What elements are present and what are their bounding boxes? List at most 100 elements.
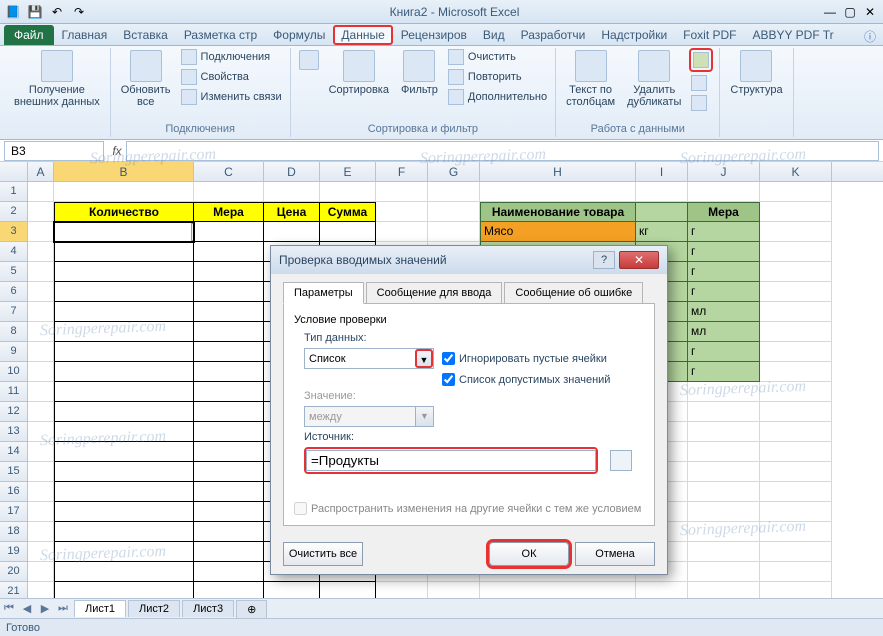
- cell[interactable]: г: [688, 222, 760, 242]
- cell[interactable]: [194, 502, 264, 522]
- col-header[interactable]: K: [760, 162, 832, 181]
- tab-home[interactable]: Главная: [54, 25, 116, 45]
- cell[interactable]: [28, 262, 54, 282]
- row-header[interactable]: 19: [0, 542, 28, 562]
- cell[interactable]: [376, 182, 428, 202]
- cell[interactable]: [376, 222, 428, 242]
- cell[interactable]: [688, 182, 760, 202]
- row-header[interactable]: 12: [0, 402, 28, 422]
- row-header[interactable]: 1: [0, 182, 28, 202]
- cell[interactable]: Мясо: [480, 222, 636, 242]
- ribbon-help-icon[interactable]: ⓘ: [861, 27, 879, 45]
- cell[interactable]: [54, 382, 194, 402]
- source-input[interactable]: [306, 450, 596, 471]
- col-header[interactable]: A: [28, 162, 54, 181]
- cell[interactable]: [28, 182, 54, 202]
- outline-button[interactable]: Структура: [726, 48, 786, 98]
- cell[interactable]: Мера: [688, 202, 760, 222]
- cell[interactable]: [760, 482, 832, 502]
- tab-review[interactable]: Рецензиров: [393, 25, 475, 45]
- chevron-down-icon[interactable]: ▼: [415, 349, 433, 368]
- type-select[interactable]: Список ▼: [304, 348, 434, 369]
- row-header[interactable]: 18: [0, 522, 28, 542]
- consolidate-button[interactable]: [689, 74, 713, 92]
- sheet-nav-prev[interactable]: ◀: [18, 602, 36, 615]
- edit-links-button[interactable]: Изменить связи: [179, 88, 284, 106]
- row-header[interactable]: 14: [0, 442, 28, 462]
- tab-formulas[interactable]: Формулы: [265, 25, 333, 45]
- get-external-data-button[interactable]: Получение внешних данных: [10, 48, 104, 110]
- cell[interactable]: [688, 522, 760, 542]
- cell[interactable]: [54, 262, 194, 282]
- cell[interactable]: [54, 342, 194, 362]
- cell[interactable]: кг: [636, 222, 688, 242]
- data-validation-button[interactable]: [689, 48, 713, 72]
- row-header[interactable]: 9: [0, 342, 28, 362]
- cell[interactable]: [54, 322, 194, 342]
- tab-view[interactable]: Вид: [475, 25, 513, 45]
- cell[interactable]: [28, 322, 54, 342]
- cell[interactable]: [760, 522, 832, 542]
- cell[interactable]: [194, 402, 264, 422]
- cancel-button[interactable]: Отмена: [575, 542, 655, 566]
- cell[interactable]: [688, 442, 760, 462]
- cell[interactable]: [428, 202, 480, 222]
- dialog-tab-inputmsg[interactable]: Сообщение для ввода: [366, 282, 503, 304]
- row-header[interactable]: 20: [0, 562, 28, 582]
- sheet-tab[interactable]: Лист3: [182, 600, 234, 617]
- cell[interactable]: [194, 422, 264, 442]
- cell[interactable]: [28, 282, 54, 302]
- clear-filter-button[interactable]: Очистить: [446, 48, 549, 66]
- cell[interactable]: [760, 282, 832, 302]
- col-header[interactable]: C: [194, 162, 264, 181]
- cell[interactable]: [760, 242, 832, 262]
- cell[interactable]: [760, 422, 832, 442]
- ok-button[interactable]: ОК: [489, 542, 569, 566]
- cell[interactable]: Наименование товара: [480, 202, 636, 222]
- cell[interactable]: [28, 422, 54, 442]
- cell[interactable]: [194, 242, 264, 262]
- spread-changes-check[interactable]: Распространить изменения на другие ячейк…: [294, 502, 644, 515]
- row-header[interactable]: 15: [0, 462, 28, 482]
- whatif-button[interactable]: [689, 94, 713, 112]
- cell[interactable]: [636, 202, 688, 222]
- cell[interactable]: [688, 422, 760, 442]
- cell[interactable]: [760, 322, 832, 342]
- cell[interactable]: [54, 402, 194, 422]
- remove-duplicates-button[interactable]: Удалить дубликаты: [623, 48, 685, 110]
- cell[interactable]: [194, 562, 264, 582]
- row-header[interactable]: 5: [0, 262, 28, 282]
- sheet-nav-last[interactable]: ⏭: [54, 602, 72, 615]
- cell[interactable]: [54, 482, 194, 502]
- connections-button[interactable]: Подключения: [179, 48, 284, 66]
- dialog-tab-erroralert[interactable]: Сообщение об ошибке: [504, 282, 643, 304]
- text-to-columns-button[interactable]: Текст по столбцам: [562, 48, 619, 110]
- cell[interactable]: [760, 542, 832, 562]
- cell[interactable]: [28, 502, 54, 522]
- cell[interactable]: [760, 382, 832, 402]
- sheet-nav-next[interactable]: ▶: [36, 602, 54, 615]
- refresh-all-button[interactable]: Обновить все: [117, 48, 175, 110]
- cell[interactable]: [194, 382, 264, 402]
- tab-pagelayout[interactable]: Разметка стр: [176, 25, 265, 45]
- close-icon[interactable]: ✕: [861, 3, 879, 21]
- cell[interactable]: [688, 382, 760, 402]
- cell[interactable]: [688, 402, 760, 422]
- filter-button[interactable]: Фильтр: [397, 48, 442, 98]
- cell[interactable]: г: [688, 262, 760, 282]
- col-header[interactable]: J: [688, 162, 760, 181]
- tab-abbyy[interactable]: ABBYY PDF Tr: [745, 25, 842, 45]
- cell[interactable]: [28, 562, 54, 582]
- cell[interactable]: [480, 182, 636, 202]
- cell[interactable]: [28, 382, 54, 402]
- cell[interactable]: [688, 562, 760, 582]
- tab-addins[interactable]: Надстройки: [593, 25, 675, 45]
- clear-all-button[interactable]: Очистить все: [283, 542, 363, 566]
- cell[interactable]: [28, 362, 54, 382]
- save-icon[interactable]: 💾: [26, 3, 44, 21]
- cell[interactable]: [28, 342, 54, 362]
- col-header[interactable]: D: [264, 162, 320, 181]
- cell[interactable]: [54, 302, 194, 322]
- cell[interactable]: [194, 262, 264, 282]
- fx-icon[interactable]: fx: [108, 144, 126, 158]
